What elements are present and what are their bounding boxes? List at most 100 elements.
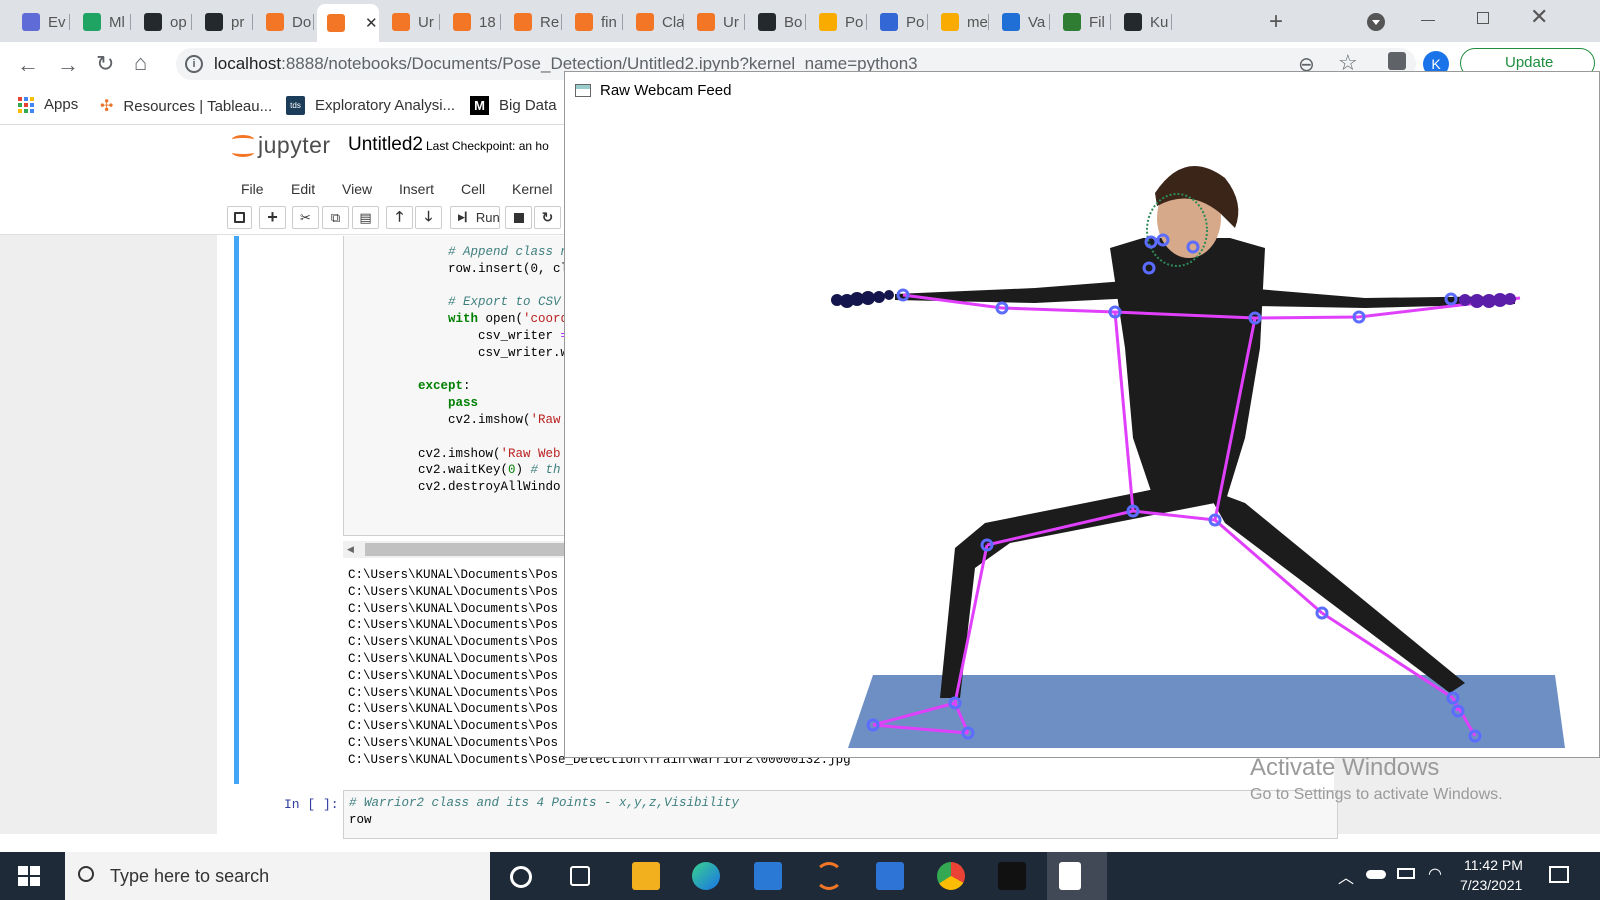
copy-icon: ⧉: [330, 209, 341, 225]
bookmark-label: Resources | Tableau...: [123, 97, 273, 115]
site-info-icon[interactable]: i: [185, 55, 203, 73]
browser-tab[interactable]: Re: [504, 7, 562, 37]
menu-view[interactable]: View: [342, 181, 372, 197]
tab-label: Cla: [662, 13, 684, 31]
taskbar-jupyter-icon[interactable]: [815, 862, 843, 890]
scroll-left-arrow-icon[interactable]: ◀: [347, 544, 354, 555]
browser-tab[interactable]: fin: [565, 7, 623, 37]
tab-label: op: [170, 13, 187, 31]
move-up-button[interactable]: 🡑: [386, 206, 413, 229]
bookmark-tds[interactable]: tds Exploratory Analysi...: [286, 96, 455, 115]
notebook-name[interactable]: Untitled2: [348, 134, 423, 156]
clock-date[interactable]: 7/23/2021: [1460, 877, 1522, 893]
clock-time[interactable]: 11:42 PM: [1464, 857, 1523, 873]
minimize-window-button[interactable]: [1421, 20, 1435, 21]
taskbar-store-icon[interactable]: [876, 862, 904, 890]
tab-label: 18: [479, 13, 496, 31]
tableau-icon: ✣: [100, 98, 114, 115]
code-token: 'Raw: [530, 412, 569, 427]
taskbar-edge-icon[interactable]: [692, 862, 720, 890]
browser-tab[interactable]: Ur: [687, 7, 745, 37]
taskbar-cortana-icon[interactable]: [510, 866, 532, 888]
code-token: # th: [530, 463, 561, 478]
watermark-subtitle: Go to Settings to activate Windows.: [1250, 786, 1503, 803]
taskbar-intellij-icon[interactable]: [998, 862, 1026, 890]
close-tab-icon[interactable]: ✕: [365, 14, 378, 32]
tray-chevron-icon[interactable]: ︿: [1338, 864, 1354, 888]
onedrive-icon[interactable]: [1366, 870, 1386, 879]
code-editor[interactable]: # Append class n row.insert(0, cl # Expo…: [418, 244, 568, 496]
browser-tab[interactable]: Po: [870, 7, 928, 37]
copy-button[interactable]: ⧉: [322, 206, 349, 229]
browser-tab[interactable]: Va: [992, 7, 1050, 37]
bookmark-medium[interactable]: M Big Data: [470, 96, 557, 115]
forward-arrow-icon[interactable]: →: [57, 52, 79, 78]
browser-tab[interactable]: Ev: [12, 7, 70, 37]
browser-tab[interactable]: 18: [443, 7, 501, 37]
start-button[interactable]: [18, 866, 40, 886]
taskbar-file-explorer-icon[interactable]: [632, 862, 660, 890]
menu-insert[interactable]: Insert: [399, 181, 434, 197]
browser-tab[interactable]: Po: [809, 7, 867, 37]
taskbar-chrome-icon[interactable]: [937, 862, 965, 890]
extensions-puzzle-icon[interactable]: [1388, 52, 1406, 70]
watermark-title: Activate Windows: [1250, 754, 1440, 781]
browser-tab[interactable]: pr: [195, 7, 253, 37]
tab-separator: [561, 14, 562, 30]
browser-tab[interactable]: ✕: [317, 4, 379, 42]
tab-search-icon[interactable]: [1367, 13, 1385, 31]
insert-cell-button[interactable]: +: [259, 206, 286, 229]
browser-tab[interactable]: me: [931, 7, 989, 37]
cut-button[interactable]: ✂: [292, 206, 319, 229]
opencv-window[interactable]: Raw Webcam Feed: [564, 71, 1600, 758]
new-tab-button[interactable]: +: [1269, 8, 1283, 36]
restart-button[interactable]: ↻: [534, 206, 561, 229]
menu-file[interactable]: File: [241, 181, 264, 197]
run-button[interactable]: ▶▎ Run: [450, 206, 500, 229]
browser-tab[interactable]: Ku: [1114, 7, 1172, 37]
close-window-button[interactable]: ✕: [1530, 4, 1548, 30]
browser-tab[interactable]: Do: [256, 7, 314, 37]
browser-tab[interactable]: Bo: [748, 7, 806, 37]
menu-edit[interactable]: Edit: [291, 181, 315, 197]
taskbar-mail-icon[interactable]: [754, 862, 782, 890]
browser-tab[interactable]: op: [134, 7, 192, 37]
browser-tab[interactable]: Fil: [1053, 7, 1111, 37]
taskbar-notepad-icon[interactable]: [1059, 862, 1081, 890]
notebook-icon: [697, 13, 715, 31]
bookmark-tableau[interactable]: ✣ Resources | Tableau...: [100, 96, 272, 116]
reload-icon[interactable]: ↻: [96, 51, 114, 77]
back-arrow-icon[interactable]: ←: [17, 52, 39, 78]
taskbar-task-view-icon[interactable]: [570, 866, 590, 886]
tab-separator: [1049, 14, 1050, 30]
browser-tab[interactable]: Ml: [73, 7, 131, 37]
bookmark-apps[interactable]: Apps: [18, 96, 78, 113]
battery-icon[interactable]: [1397, 868, 1415, 879]
search-icon: [78, 866, 94, 882]
browser-tab[interactable]: Cla: [626, 7, 684, 37]
browser-tab[interactable]: Ur: [382, 7, 440, 37]
notification-icon[interactable]: [1549, 866, 1569, 883]
home-icon[interactable]: ⌂: [134, 50, 147, 76]
colab-icon: [941, 13, 959, 31]
github-icon: [758, 13, 776, 31]
next-cell-comment: # Warrior2 class and its 4 Points - x,y,…: [349, 796, 740, 810]
bookmark-label: Big Data: [499, 97, 557, 114]
move-down-button[interactable]: 🡓: [415, 206, 442, 229]
code-token: cv2.waitKey(: [418, 463, 509, 478]
interrupt-button[interactable]: [505, 206, 532, 229]
tab-label: Po: [906, 13, 925, 31]
menu-kernel[interactable]: Kernel: [512, 181, 552, 197]
stop-icon: [513, 212, 524, 223]
opencv-titlebar[interactable]: Raw Webcam Feed: [565, 72, 1599, 108]
save-button[interactable]: [227, 206, 252, 229]
jupyter-logo[interactable]: jupyter: [232, 132, 331, 159]
scissors-icon: ✂: [300, 209, 311, 225]
restore-window-button[interactable]: [1477, 12, 1489, 24]
arrow-up-icon: 🡑: [395, 207, 404, 224]
wifi-icon[interactable]: ◠: [1428, 864, 1442, 884]
run-label: Run: [475, 210, 500, 225]
code-token: row.insert(0, cl: [418, 261, 569, 276]
paste-button[interactable]: ▤: [352, 206, 379, 229]
menu-cell[interactable]: Cell: [461, 181, 485, 197]
